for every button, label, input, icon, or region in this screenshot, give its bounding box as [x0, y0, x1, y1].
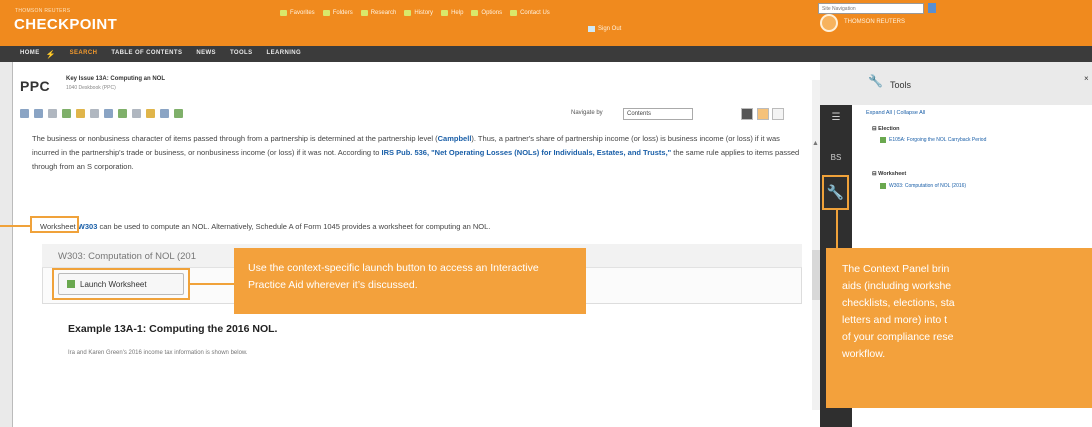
- document-title: Key Issue 13A: Computing an NOL: [66, 76, 166, 82]
- nav-tools[interactable]: TOOLS: [230, 50, 253, 59]
- launch-callout-leader: [190, 283, 234, 285]
- brand-publisher: THOMSON REUTERS: [15, 8, 71, 14]
- document-subtitle: 1040 Deskbook (PPC): [66, 85, 116, 91]
- expand-collapse-links: Expand All | Collapse All: [866, 110, 926, 116]
- top-link-help[interactable]: Help: [441, 10, 463, 16]
- corporate-name: THOMSON REUTERS: [844, 19, 906, 25]
- context-panel-callout: The Context Panel brin aids (including w…: [826, 248, 1092, 408]
- worksheet-box-title: W303: Computation of NOL (201: [58, 251, 196, 262]
- brand-logo[interactable]: CHECKPOINT: [14, 16, 117, 33]
- tools-item-w303[interactable]: W303: Computation of NOL (2016): [880, 183, 966, 189]
- list-icon[interactable]: ☰: [828, 110, 844, 126]
- sign-out-link[interactable]: Sign Out: [588, 26, 621, 32]
- help-icon: [441, 10, 449, 16]
- contact-icon: [510, 10, 518, 16]
- w303-link[interactable]: W303: [78, 222, 98, 231]
- example-title: Example 13A-1: Computing the 2016 NOL.: [68, 323, 278, 335]
- research-icon: [360, 10, 368, 16]
- citations-icon[interactable]: BS: [828, 150, 844, 166]
- launch-button-highlight: [52, 268, 190, 300]
- election-icon: [880, 137, 886, 143]
- body-paragraph: The business or nonbusiness character of…: [32, 134, 800, 171]
- expand-icon[interactable]: [132, 109, 141, 118]
- print-icon[interactable]: [20, 109, 29, 118]
- tools-wrench-button[interactable]: 🔧: [822, 175, 849, 210]
- highlight-leader-line: [0, 225, 30, 227]
- expand-all-link[interactable]: Expand All: [866, 110, 892, 116]
- options-icon: [471, 10, 479, 16]
- navigate-by-select[interactable]: Contents: [623, 108, 693, 120]
- publisher-abbr: PPC: [20, 78, 50, 94]
- search-in-doc-icon[interactable]: [146, 109, 155, 118]
- document-scrollbar-track[interactable]: [812, 80, 820, 410]
- collapse-all-link[interactable]: Collapse All: [897, 110, 926, 116]
- nav-news[interactable]: NEWS: [196, 50, 216, 59]
- document-toolbar: [20, 109, 183, 118]
- nav-items: HOME ⚡ SEARCH TABLE OF CONTENTS NEWS TOO…: [20, 50, 301, 59]
- nav-table-of-contents[interactable]: TABLE OF CONTENTS: [111, 50, 182, 59]
- close-icon[interactable]: ×: [1084, 74, 1089, 83]
- top-link-contact[interactable]: Contact Us: [510, 10, 550, 16]
- tools-title: Tools: [890, 80, 912, 90]
- folder-add-icon[interactable]: [76, 109, 85, 118]
- launch-callout: Use the context-specific launch button t…: [234, 248, 586, 314]
- document-scrollbar-thumb[interactable]: [812, 250, 820, 300]
- history-icon[interactable]: [160, 109, 169, 118]
- site-navigation-input[interactable]: Site Navigation: [818, 3, 924, 14]
- star-icon: [280, 10, 287, 16]
- rail-callout-leader: [836, 210, 838, 248]
- nav-search[interactable]: SEARCH: [70, 50, 98, 59]
- sign-out-icon: [588, 26, 595, 32]
- top-links: Favorites Folders Research History Help …: [280, 10, 550, 16]
- navigate-by-label: Navigate by: [571, 110, 603, 116]
- tools-item-e105a[interactable]: E105A: Forgoing the NOL Carryback Period: [880, 137, 986, 143]
- top-link-favorites[interactable]: Favorites: [280, 10, 315, 16]
- top-link-history[interactable]: History: [404, 10, 433, 16]
- tools-group-worksheet[interactable]: ⊟ Worksheet: [872, 171, 906, 177]
- lightning-icon: ⚡: [45, 50, 56, 59]
- main-nav-bar: HOME ⚡ SEARCH TABLE OF CONTENTS NEWS TOO…: [0, 46, 1092, 62]
- email-icon[interactable]: [48, 109, 57, 118]
- scroll-up-icon[interactable]: ▲: [812, 140, 819, 147]
- save-icon[interactable]: [34, 109, 43, 118]
- worksheet-link-highlight: [30, 216, 79, 233]
- top-link-folders[interactable]: Folders: [322, 10, 353, 16]
- worksheet-icon: [880, 183, 886, 189]
- example-text: Ira and Karen Green's 2016 income tax in…: [68, 350, 248, 356]
- folder-icon: [322, 10, 330, 16]
- top-link-options[interactable]: Options: [471, 10, 502, 16]
- tools-group-election[interactable]: ⊟ Election: [872, 126, 900, 132]
- worksheet-reference: Worksheet W303 can be used to compute an…: [40, 222, 491, 231]
- screenshot-frame: THOMSON REUTERS CHECKPOINT Favorites Fol…: [0, 0, 1092, 427]
- note-icon[interactable]: [90, 109, 99, 118]
- wrench-icon: 🔧: [826, 184, 845, 200]
- highlight-icon[interactable]: [104, 109, 113, 118]
- search-icon[interactable]: [928, 3, 936, 13]
- irs-pub-536-link[interactable]: IRS Pub. 536, "Net Operating Losses (NOL…: [382, 148, 672, 157]
- top-link-research[interactable]: Research: [360, 10, 396, 16]
- campbell-link[interactable]: Campbell: [438, 134, 472, 143]
- link-icon[interactable]: [118, 109, 127, 118]
- history-icon: [404, 10, 412, 16]
- nav-learning[interactable]: LEARNING: [267, 50, 302, 59]
- corporate-logo-icon: [820, 14, 838, 32]
- navigate-go-button[interactable]: [741, 108, 753, 120]
- next-hit-icon[interactable]: [772, 108, 784, 120]
- prev-hit-icon[interactable]: [757, 108, 769, 120]
- bookmark-icon[interactable]: [174, 109, 183, 118]
- nav-home[interactable]: HOME: [20, 50, 40, 59]
- copy-icon[interactable]: [62, 109, 71, 118]
- tools-wrench-icon: 🔧: [868, 74, 883, 88]
